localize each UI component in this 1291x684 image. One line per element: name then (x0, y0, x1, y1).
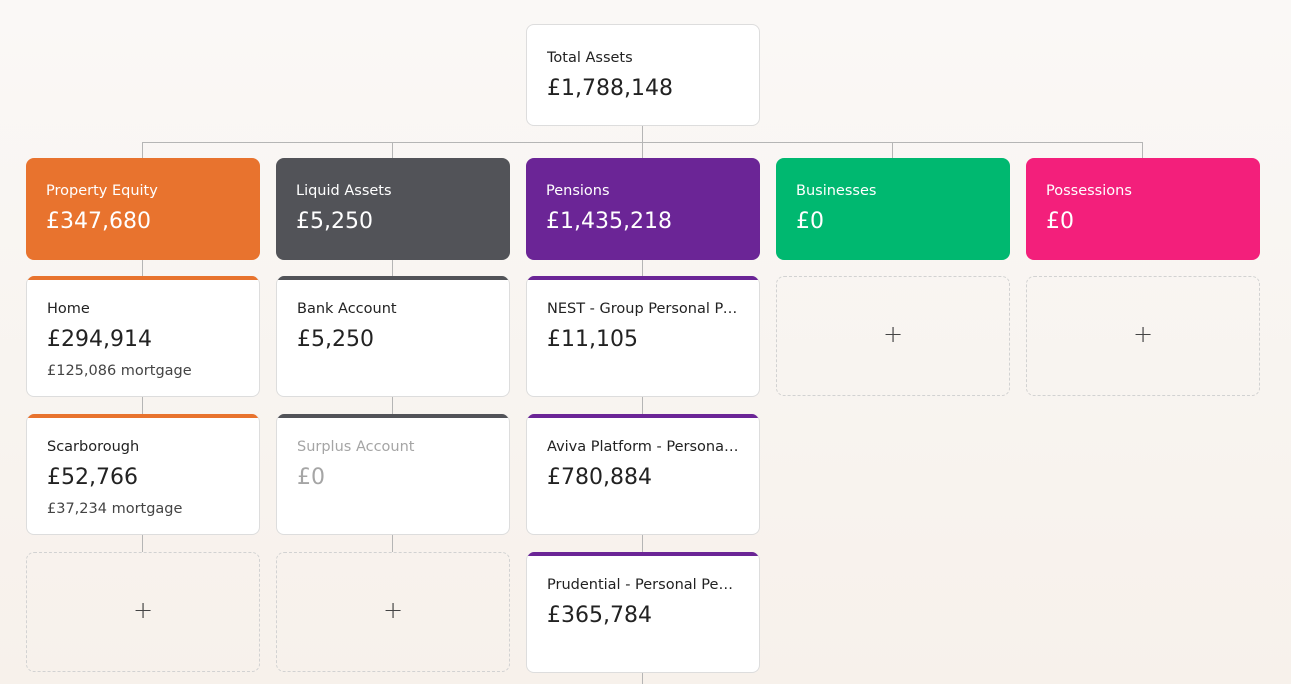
connector-liquid (392, 142, 393, 158)
plus-icon: + (132, 596, 154, 624)
plus-icon: + (1132, 320, 1154, 348)
total-assets-label: Total Assets (547, 50, 633, 66)
asset-item-scarborough[interactable]: Scarborough £52,766 £37,234 mortgage (26, 414, 260, 535)
item-color-bar (527, 552, 759, 556)
add-possession-button[interactable]: + (1026, 276, 1260, 396)
item-label: Home (47, 301, 90, 317)
category-value: £0 (1046, 209, 1074, 234)
item-label: Scarborough (47, 439, 140, 455)
category-pensions[interactable]: Pensions £1,435,218 (526, 158, 760, 260)
asset-item-prudential-pension[interactable]: Prudential - Personal Pension £365,784 (526, 552, 760, 673)
category-label: Property Equity (46, 183, 158, 199)
add-business-button[interactable]: + (776, 276, 1010, 396)
connector-possessions (1142, 142, 1143, 158)
category-label: Businesses (796, 183, 877, 199)
asset-item-home[interactable]: Home £294,914 £125,086 mortgage (26, 276, 260, 397)
item-value: £365,784 (547, 603, 652, 628)
item-color-bar (27, 276, 259, 280)
item-label: Aviva Platform - Personal Pension (547, 439, 739, 455)
item-label: NEST - Group Personal Pension (547, 301, 739, 317)
item-mortgage: £125,086 mortgage (47, 363, 192, 379)
item-value: £52,766 (47, 465, 138, 490)
category-possessions[interactable]: Possessions £0 (1026, 158, 1260, 260)
asset-item-bank-account[interactable]: Bank Account £5,250 (276, 276, 510, 397)
total-assets-card[interactable]: Total Assets £1,788,148 (526, 24, 760, 126)
item-value: £0 (297, 465, 325, 490)
item-color-bar (27, 414, 259, 418)
item-value: £780,884 (547, 465, 652, 490)
category-label: Pensions (546, 183, 610, 199)
item-value: £5,250 (297, 327, 374, 352)
category-value: £0 (796, 209, 824, 234)
connector-property (142, 142, 143, 158)
category-liquid-assets[interactable]: Liquid Assets £5,250 (276, 158, 510, 260)
item-label: Surplus Account (297, 439, 415, 455)
item-label: Prudential - Personal Pension (547, 577, 739, 593)
item-color-bar (277, 414, 509, 418)
plus-icon: + (382, 596, 404, 624)
category-value: £5,250 (296, 209, 373, 234)
item-value: £11,105 (547, 327, 638, 352)
category-property-equity[interactable]: Property Equity £347,680 (26, 158, 260, 260)
asset-item-nest-pension[interactable]: NEST - Group Personal Pension £11,105 (526, 276, 760, 397)
item-label: Bank Account (297, 301, 397, 317)
add-liquid-button[interactable]: + (276, 552, 510, 672)
item-value: £294,914 (47, 327, 152, 352)
item-color-bar (277, 276, 509, 280)
add-property-button[interactable]: + (26, 552, 260, 672)
item-color-bar (527, 276, 759, 280)
category-businesses[interactable]: Businesses £0 (776, 158, 1010, 260)
plus-icon: + (882, 320, 904, 348)
category-value: £1,435,218 (546, 209, 672, 234)
asset-item-surplus-account[interactable]: Surplus Account £0 (276, 414, 510, 535)
connector-pensions (642, 142, 643, 158)
item-mortgage: £37,234 mortgage (47, 501, 183, 517)
category-value: £347,680 (46, 209, 151, 234)
category-label: Liquid Assets (296, 183, 392, 199)
asset-item-aviva-pension[interactable]: Aviva Platform - Personal Pension £780,8… (526, 414, 760, 535)
item-color-bar (527, 414, 759, 418)
connector-businesses (892, 142, 893, 158)
total-assets-value: £1,788,148 (547, 76, 673, 101)
asset-tree: Total Assets £1,788,148 Property Equity … (0, 0, 1291, 684)
connector-total-down (642, 126, 643, 142)
category-label: Possessions (1046, 183, 1132, 199)
